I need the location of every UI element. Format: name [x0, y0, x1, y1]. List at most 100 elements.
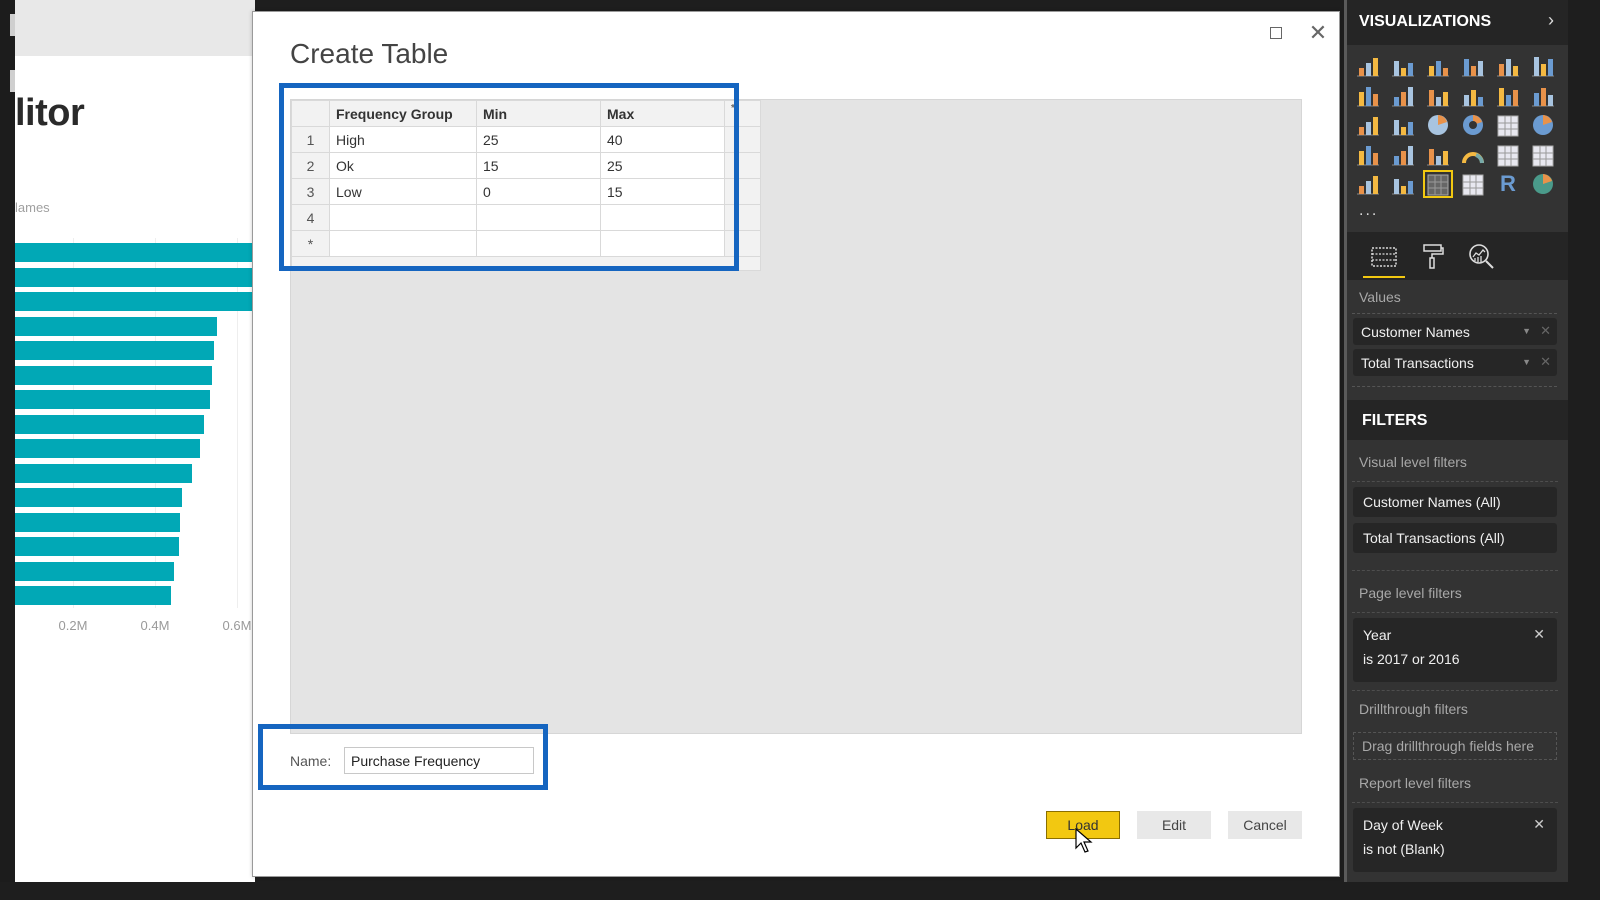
- app-window: litor lames 0.2M 0.4M 0.6M Create Table ✕ …: [0, 0, 1568, 882]
- bar[interactable]: [15, 341, 215, 360]
- filters-title: FILTERS: [1362, 412, 1428, 429]
- divider: [1352, 802, 1558, 803]
- maximize-icon: [1270, 27, 1282, 39]
- bar[interactable]: [15, 267, 255, 287]
- ribbon-chart-icon[interactable]: [1530, 84, 1556, 108]
- pane-tabs: [1347, 232, 1568, 280]
- close-button[interactable]: ✕: [1303, 18, 1333, 48]
- chevron-down-icon[interactable]: ▼: [1522, 357, 1531, 367]
- waterfall-chart-icon[interactable]: [1355, 113, 1381, 137]
- bar[interactable]: [15, 488, 182, 507]
- r-script-visual-icon[interactable]: R: [1495, 172, 1521, 196]
- format-tab[interactable]: [1412, 240, 1454, 274]
- report-canvas: litor lames 0.2M 0.4M 0.6M: [15, 0, 255, 882]
- bar[interactable]: [15, 316, 217, 336]
- funnel-icon[interactable]: [1425, 143, 1451, 167]
- treemap-icon[interactable]: [1495, 113, 1521, 137]
- x-tick-label: 0.4M: [140, 618, 170, 633]
- report-title: litor: [15, 92, 85, 134]
- report-filter-day-of-week[interactable]: Day of Week is not (Blank) ✕: [1353, 808, 1557, 872]
- arcgis-map-icon[interactable]: [1530, 172, 1556, 196]
- donut-chart-icon[interactable]: [1460, 113, 1486, 137]
- close-icon[interactable]: ✕: [1533, 626, 1545, 643]
- chevron-right-icon[interactable]: ›: [1548, 10, 1554, 31]
- filter-condition: is 2017 or 2016: [1363, 651, 1460, 667]
- value-field-customer-names[interactable]: Customer Names ▼ ✕: [1353, 318, 1557, 345]
- gauge-icon[interactable]: [1460, 143, 1486, 167]
- values-well-divider: [1352, 313, 1557, 314]
- bar[interactable]: [15, 463, 192, 483]
- report-toolbar: [15, 0, 255, 56]
- card-icon[interactable]: [1495, 143, 1521, 167]
- chart-axis-label: lames: [15, 200, 50, 215]
- filled-map-icon[interactable]: [1355, 143, 1381, 167]
- bar[interactable]: [15, 292, 254, 311]
- bar[interactable]: [15, 561, 175, 581]
- bar[interactable]: [15, 390, 211, 409]
- create-table-dialog: Create Table ✕ Frequency Group Min Max *…: [252, 11, 1340, 877]
- multi-row-card-icon[interactable]: [1530, 143, 1556, 167]
- stacked-area-chart-icon[interactable]: [1425, 84, 1451, 108]
- 100-stacked-bar-chart-icon[interactable]: [1495, 54, 1521, 78]
- filter-condition: is not (Blank): [1363, 841, 1445, 857]
- divider: [1352, 481, 1558, 482]
- clustered-column-chart-icon[interactable]: [1460, 54, 1486, 78]
- close-icon: ✕: [1308, 20, 1328, 45]
- visual-filter-customer-names[interactable]: Customer Names (All): [1353, 487, 1557, 517]
- table-highlight-box: [279, 83, 739, 271]
- bar-chart[interactable]: [15, 238, 255, 608]
- filter-field: Day of Week: [1363, 817, 1443, 833]
- stacked-bar-chart-icon[interactable]: [1355, 54, 1381, 78]
- chevron-down-icon[interactable]: ▼: [1522, 326, 1531, 336]
- visualizations-header: VISUALIZATIONS ›: [1347, 0, 1568, 45]
- bar[interactable]: [15, 243, 255, 262]
- bar[interactable]: [15, 512, 180, 532]
- slicer-icon[interactable]: [1390, 172, 1416, 196]
- bar[interactable]: [15, 365, 213, 385]
- visual-filter-total-transactions[interactable]: Total Transactions (All): [1353, 523, 1557, 553]
- map-icon[interactable]: [1530, 113, 1556, 137]
- line-and-stacked-column-chart-icon[interactable]: [1460, 84, 1486, 108]
- bar[interactable]: [15, 439, 201, 458]
- remove-icon[interactable]: ✕: [1540, 323, 1551, 339]
- scatter-chart-icon[interactable]: [1390, 113, 1416, 137]
- matrix-icon[interactable]: [1460, 172, 1486, 196]
- pie-chart-icon[interactable]: [1425, 113, 1451, 137]
- filters-header: FILTERS: [1347, 400, 1568, 440]
- kpi-icon[interactable]: [1355, 172, 1381, 196]
- stacked-column-chart-icon[interactable]: [1390, 54, 1416, 78]
- drillthrough-drop-zone[interactable]: Drag drillthrough fields here: [1353, 732, 1557, 760]
- shape-map-icon[interactable]: [1390, 143, 1416, 167]
- visual-level-filters-label: Visual level filters: [1359, 454, 1467, 470]
- left-nav-strip: [0, 0, 15, 882]
- remove-icon[interactable]: ✕: [1540, 354, 1551, 370]
- analytics-magnifier-icon: [1469, 244, 1494, 269]
- more-visuals-button[interactable]: ...: [1359, 202, 1378, 220]
- edit-button[interactable]: Edit: [1137, 811, 1211, 839]
- bar[interactable]: [15, 537, 179, 556]
- bar[interactable]: [15, 414, 205, 434]
- cancel-button[interactable]: Cancel: [1228, 811, 1302, 839]
- bar[interactable]: [15, 586, 172, 605]
- field-name: Customer Names: [1361, 323, 1470, 340]
- divider: [1352, 690, 1558, 691]
- line-chart-icon[interactable]: [1355, 84, 1381, 108]
- area-chart-icon[interactable]: [1390, 84, 1416, 108]
- table-icon[interactable]: [1423, 170, 1453, 198]
- value-field-total-transactions[interactable]: Total Transactions ▼ ✕: [1353, 349, 1557, 376]
- x-tick-label: 0.6M: [222, 618, 252, 633]
- divider: [1352, 570, 1558, 571]
- page-filter-year[interactable]: Year is 2017 or 2016 ✕: [1353, 618, 1557, 682]
- 100-stacked-column-chart-icon[interactable]: [1530, 54, 1556, 78]
- close-icon[interactable]: ✕: [1533, 816, 1545, 833]
- maximize-button[interactable]: [1261, 18, 1291, 48]
- fields-tab[interactable]: [1363, 240, 1405, 278]
- filter-field: Year: [1363, 627, 1392, 643]
- line-and-clustered-column-chart-icon[interactable]: [1495, 84, 1521, 108]
- analytics-tab[interactable]: [1461, 240, 1503, 274]
- page-level-filters-label: Page level filters: [1359, 585, 1462, 601]
- clustered-bar-chart-icon[interactable]: [1425, 54, 1451, 78]
- report-level-filters-label: Report level filters: [1359, 775, 1472, 791]
- divider: [1352, 612, 1558, 613]
- fields-icon: [1371, 247, 1397, 267]
